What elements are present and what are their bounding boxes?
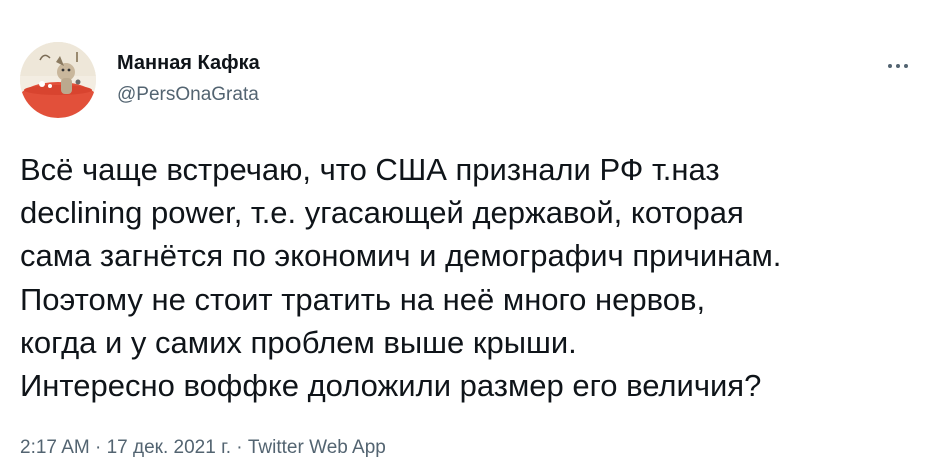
tweet-source-link[interactable]: Twitter Web App [248, 437, 386, 458]
tweet-text: Всё чаще встречаю, что США признали РФ т… [20, 148, 925, 407]
author-handle[interactable]: @PersOnaGrata [117, 84, 259, 106]
author-avatar[interactable] [20, 42, 96, 118]
tweet-text-line: когда и у самих проблем выше крыши. [20, 324, 577, 360]
tweet-date-link[interactable]: 17 дек. 2021 г. [107, 437, 231, 458]
tweet-text-line: сама загнётся по экономич и демографич п… [20, 238, 782, 274]
author-name[interactable]: Манная Кафка [117, 52, 260, 75]
tweet-text-line: Поэтому не стоит тратить на неё много не… [20, 281, 706, 317]
more-options-icon [888, 64, 908, 68]
avatar-cartoon-icon [20, 42, 96, 118]
more-options-button[interactable] [880, 52, 916, 80]
tweet-text-line: Интересно воффке доложили размер его вел… [20, 367, 762, 403]
tweet-time-link[interactable]: 2:17 AM [20, 437, 90, 458]
tweet-meta: 2:17 AM · 17 дек. 2021 г. · Twitter Web … [20, 437, 386, 459]
tweet-text-line: Всё чаще встречаю, что США признали РФ т… [20, 152, 720, 187]
meta-separator: · [236, 437, 243, 458]
tweet-text-line: declining power, т.е. угасающей державой… [20, 195, 744, 231]
tweet-card: Манная Кафка @PersOnaGrata Всё чаще встр… [0, 0, 938, 476]
